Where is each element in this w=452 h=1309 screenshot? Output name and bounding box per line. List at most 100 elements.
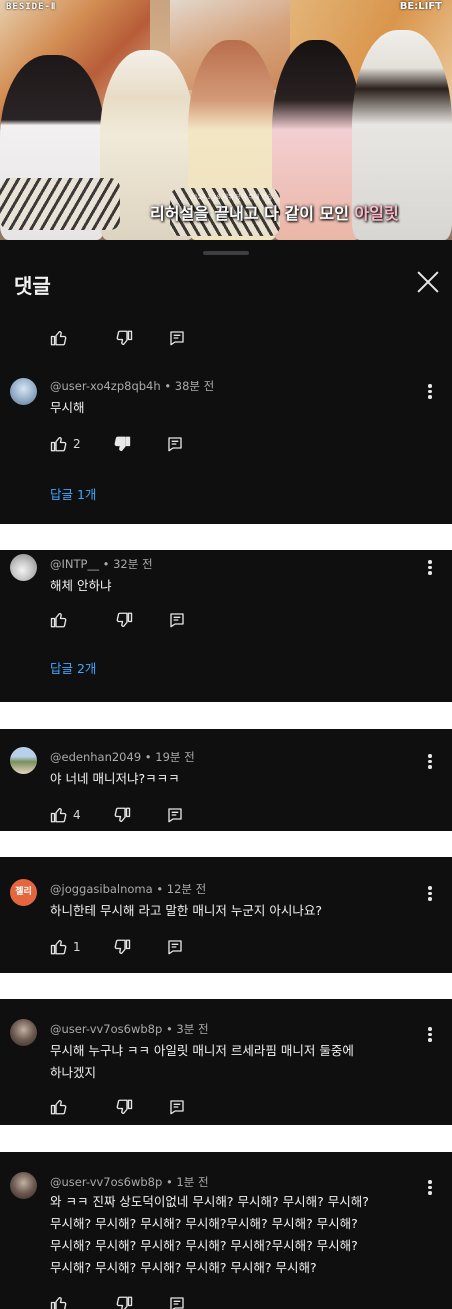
thumbs-down-icon (116, 1099, 133, 1115)
comment-author[interactable]: @user-xo4zp8qb4h (50, 379, 161, 393)
text-avatar[interactable]: 젤리 (10, 879, 37, 906)
more-options-icon[interactable] (428, 754, 432, 770)
comment-author[interactable]: @INTP__ (50, 557, 99, 571)
comment-actions (50, 610, 185, 630)
comment-time: 19분 전 (155, 750, 195, 764)
sky-avatar-icon[interactable] (10, 378, 37, 405)
comment-time: 32분 전 (113, 557, 153, 571)
thumbs-down-filled-icon (114, 436, 130, 452)
thumbs-down-icon (114, 939, 130, 955)
reply-button[interactable] (169, 1099, 185, 1115)
subtitle-highlight: 아일릿 (354, 204, 399, 223)
comment-time: 3분 전 (176, 1022, 209, 1036)
comment-text: 무시해? 무시해? 무시해? 무시해? 무시해?무시해? 무시해? (50, 1238, 358, 1253)
comment-reply-icon (167, 808, 182, 823)
like-button[interactable] (50, 329, 73, 347)
reply-button[interactable] (167, 436, 183, 452)
comment-time: 1분 전 (176, 1175, 209, 1189)
view-replies-link[interactable]: 답글 2개 (50, 658, 96, 677)
dislike-button[interactable] (115, 1098, 133, 1116)
like-button[interactable]: 1 (50, 938, 81, 956)
comment-block (0, 310, 452, 374)
comment-reply-icon (170, 613, 184, 628)
thumbs-up-icon (50, 939, 67, 955)
comment-text: 무시해? 무시해? 무시해? 무시해?무시해? 무시해? 무시해? (50, 1216, 358, 1231)
comment-meta: @edenhan2049 • 19분 전 (50, 750, 195, 764)
comment-text: 무시해? 무시해? 무시해? 무시해? 무시해? 무시해? (50, 1260, 317, 1275)
like-button[interactable]: 2 (50, 435, 81, 453)
like-button[interactable]: 4 (50, 806, 81, 824)
comment-text: 야 너네 매니저냐?ㅋㅋㅋ (50, 771, 180, 786)
photo-avatar-icon[interactable] (10, 1019, 37, 1046)
thumbs-up-icon (50, 1099, 67, 1115)
comment-reply-icon (167, 437, 182, 452)
comment-reply-icon (170, 1100, 184, 1115)
comments-sheet-header: 댓글 (0, 240, 452, 310)
more-options-icon[interactable] (428, 384, 432, 400)
comment-actions: 2 (50, 434, 183, 454)
dislike-button[interactable] (115, 611, 133, 629)
dislike-button[interactable] (115, 1295, 133, 1309)
reply-button[interactable] (169, 612, 185, 628)
comment-reply-icon (170, 1297, 184, 1309)
reply-button[interactable] (169, 1296, 185, 1309)
comment-meta: @INTP__ • 32분 전 (50, 557, 153, 571)
thumbs-up-icon (50, 1296, 67, 1309)
comment-text: 와 ㅋㅋ 진짜 상도덕이없네 무시해? 무시해? 무시해? 무시해? (50, 1194, 369, 1209)
comment-actions (50, 1097, 185, 1117)
subtitle-text: 리허설을 끝내고 다 같이 모인 (150, 204, 355, 223)
comment-block: @INTP__ • 32분 전 해체 안하냐 답글 2개 (0, 550, 452, 702)
like-button[interactable] (50, 1295, 73, 1309)
comment-meta: @user-vv7os6wb8p • 1분 전 (50, 1175, 209, 1189)
grey-avatar-icon[interactable] (10, 554, 37, 581)
comment-actions (50, 1294, 185, 1309)
comment-block: @user-vv7os6wb8p • 1분 전 와 ㅋㅋ 진짜 상도덕이없네 무… (0, 1152, 452, 1309)
comment-author[interactable]: @joggasibalnoma (50, 882, 153, 896)
drag-handle[interactable] (203, 251, 249, 255)
comment-block: 젤리 @joggasibalnoma • 12분 전 하니한테 무시해 라고 말… (0, 857, 452, 973)
comment-block: @user-xo4zp8qb4h • 38분 전 무시해 2 답글 1개 (0, 374, 452, 524)
more-options-icon[interactable] (428, 1027, 432, 1043)
comment-meta: @user-vv7os6wb8p • 3분 전 (50, 1022, 209, 1036)
like-count: 4 (73, 808, 81, 822)
reply-button[interactable] (167, 807, 183, 823)
thumbs-up-icon (50, 807, 67, 823)
thumbs-down-icon (116, 330, 133, 346)
like-button[interactable] (50, 611, 73, 629)
comment-actions (50, 328, 185, 348)
like-count: 2 (73, 437, 81, 451)
more-options-icon[interactable] (428, 1180, 432, 1196)
thumbs-down-icon (116, 612, 133, 628)
sheet-title: 댓글 (14, 274, 51, 298)
like-count: 1 (73, 940, 81, 954)
dislike-button[interactable] (113, 435, 131, 453)
dislike-button[interactable] (115, 329, 133, 347)
comment-meta: @user-xo4zp8qb4h • 38분 전 (50, 379, 215, 393)
show-logo: BESIDE-Ⅱ (6, 2, 57, 12)
comment-reply-icon (167, 940, 182, 955)
thumbs-up-icon (50, 612, 67, 628)
comment-author[interactable]: @user-vv7os6wb8p (50, 1022, 162, 1036)
comment-text: 무시해 (50, 400, 85, 415)
close-icon[interactable] (416, 270, 440, 294)
view-replies-link[interactable]: 답글 1개 (50, 484, 96, 503)
dislike-button[interactable] (113, 806, 131, 824)
reply-button[interactable] (167, 939, 183, 955)
thumbs-down-icon (114, 807, 130, 823)
more-options-icon[interactable] (428, 560, 432, 576)
comment-reply-icon (170, 331, 184, 346)
thumbs-up-icon (50, 436, 67, 452)
photo-avatar-icon[interactable] (10, 1172, 37, 1199)
dislike-button[interactable] (113, 938, 131, 956)
thumbs-up-icon (50, 330, 67, 346)
like-button[interactable] (50, 1098, 73, 1116)
more-options-icon[interactable] (428, 886, 432, 902)
scenic-avatar-icon[interactable] (10, 747, 37, 774)
comment-author[interactable]: @user-vv7os6wb8p (50, 1175, 162, 1189)
comment-author[interactable]: @edenhan2049 (50, 750, 141, 764)
reply-button[interactable] (169, 330, 185, 346)
comment-block: @edenhan2049 • 19분 전 야 너네 매니저냐?ㅋㅋㅋ 4 (0, 729, 452, 831)
video-player[interactable]: BESIDE-Ⅱ BE:LIFT 2024.1.18 데뷔 공식 무대 연습 리… (0, 0, 452, 240)
comment-meta: @joggasibalnoma • 12분 전 (50, 882, 207, 896)
channel-watermark: BE:LIFT (399, 1, 442, 12)
